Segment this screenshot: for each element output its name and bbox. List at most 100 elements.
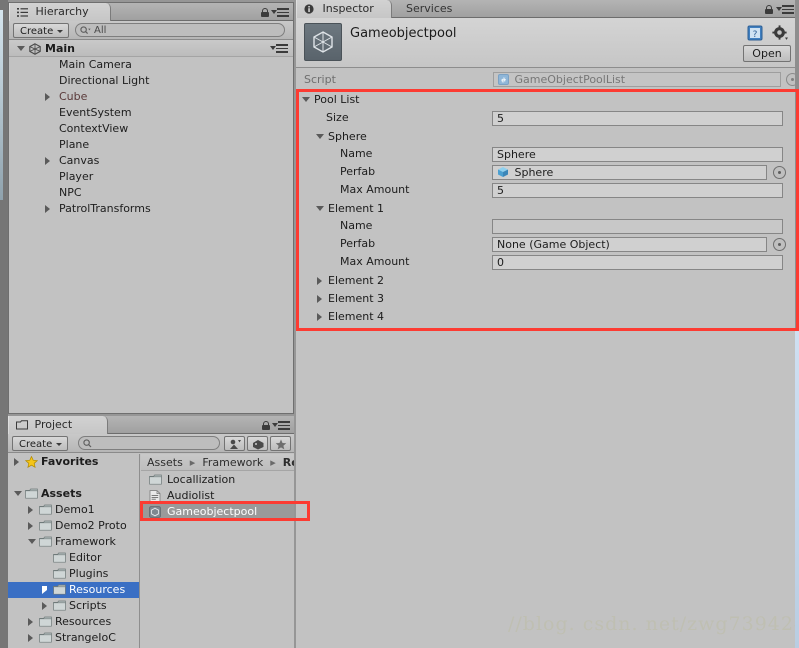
hierarchy-item[interactable]: EventSystem xyxy=(9,105,293,121)
project-menu-icon[interactable] xyxy=(272,421,290,430)
hierarchy-scene-row[interactable]: Main xyxy=(9,40,293,57)
pool-size-input[interactable]: 5 xyxy=(492,111,783,126)
project-tree-expand-arrow[interactable] xyxy=(28,522,33,530)
tab-project[interactable]: Project xyxy=(8,416,108,434)
breadcrumb-sep: ▸ xyxy=(186,456,199,469)
hierarchy-item[interactable]: Main Camera xyxy=(9,57,293,73)
hierarchy-item-expand-arrow[interactable] xyxy=(45,93,50,101)
open-button[interactable]: Open xyxy=(743,45,791,62)
breadcrumb-item-2[interactable]: Res xyxy=(283,456,294,469)
search-icon xyxy=(83,439,93,453)
breadcrumb-item-1[interactable]: Framework xyxy=(202,456,263,469)
element-1-expand-arrow[interactable] xyxy=(316,206,324,211)
hierarchy-item[interactable]: NPC xyxy=(9,185,293,201)
element-2-label: Element 2 xyxy=(328,274,385,287)
project-lock-icon[interactable] xyxy=(262,421,270,430)
hierarchy-search-input[interactable]: All xyxy=(75,23,285,37)
project-tree-item[interactable]: Demo1 xyxy=(8,502,139,518)
scene-expand-arrow[interactable] xyxy=(17,46,25,51)
project-tree-item-label: Resources xyxy=(55,615,112,628)
project-tree-item[interactable]: Scripts xyxy=(8,598,139,614)
hierarchy-item[interactable]: Canvas xyxy=(9,153,293,169)
project-tree-expand-arrow[interactable] xyxy=(14,491,22,496)
inspector-lock-icon[interactable] xyxy=(765,5,773,14)
star-icon xyxy=(24,455,39,473)
hierarchy-create-button[interactable]: Create xyxy=(13,23,69,38)
tab-inspector[interactable]: Inspector xyxy=(296,0,392,18)
folder-icon xyxy=(39,632,52,648)
element-1-max-input[interactable]: 0 xyxy=(492,255,783,270)
pool-element-header-3[interactable]: Element 3 xyxy=(296,290,799,308)
pool-element-header-2[interactable]: Element 2 xyxy=(296,272,799,290)
filter-by-label-icon[interactable] xyxy=(247,436,268,451)
project-tree-item[interactable]: Favorites xyxy=(8,454,139,470)
hierarchy-list: Main Camera Directional Light Cube EventSys… xyxy=(9,57,293,413)
element-4-label: Element 4 xyxy=(328,310,385,323)
element-0-expand-arrow[interactable] xyxy=(316,134,324,139)
project-tree-expand-arrow[interactable] xyxy=(28,506,33,514)
element-0-name-input[interactable]: Sphere xyxy=(492,147,783,162)
project-create-button[interactable]: Create xyxy=(12,436,68,451)
hierarchy-scene-menu-icon[interactable] xyxy=(270,44,288,53)
project-tree-expand-arrow[interactable] xyxy=(14,458,19,466)
hierarchy-item[interactable]: Directional Light xyxy=(9,73,293,89)
help-book-icon[interactable]: ? xyxy=(747,25,763,41)
project-tree-item[interactable]: Plugins xyxy=(8,566,139,582)
project-tree-item[interactable]: Demo2 Proto xyxy=(8,518,139,534)
project-tree-item[interactable]: Framework xyxy=(8,534,139,550)
hierarchy-item[interactable]: Plane xyxy=(9,137,293,153)
element-1-perfab-objectfield[interactable]: None (Game Object) xyxy=(492,237,767,252)
inspector-menu-icon[interactable] xyxy=(776,5,794,14)
hierarchy-item-label: Canvas xyxy=(59,154,100,167)
project-asset-item[interactable]: Audiolist xyxy=(141,488,294,504)
project-tree-expand-arrow[interactable] xyxy=(28,539,36,544)
gear-icon[interactable] xyxy=(772,25,789,41)
project-panel: Project Create Favorites Assets Demo1 Demo2… xyxy=(8,416,294,648)
hierarchy-item-expand-arrow[interactable] xyxy=(45,205,50,213)
hierarchy-item-expand-arrow[interactable] xyxy=(45,157,50,165)
hierarchy-item-label: Plane xyxy=(59,138,90,151)
pool-element-header-1[interactable]: Element 1 xyxy=(296,200,799,218)
breadcrumb-item-0[interactable]: Assets xyxy=(147,456,183,469)
favorites-star-icon[interactable] xyxy=(270,436,291,451)
project-tree-item-label: Scripts xyxy=(69,599,107,612)
project-tree-item[interactable]: Resources xyxy=(8,582,139,598)
project-tree-item[interactable]: StrangeIoC xyxy=(8,630,139,646)
element-0-perfab-picker-icon[interactable] xyxy=(773,166,786,179)
pool-list-expand-arrow[interactable] xyxy=(302,97,310,102)
filter-by-type-icon[interactable] xyxy=(224,436,245,451)
tab-hierarchy[interactable]: Hierarchy xyxy=(9,3,111,21)
element-1-name-input[interactable] xyxy=(492,219,783,234)
hierarchy-scene-label: Main xyxy=(45,42,75,55)
project-asset-item[interactable]: Gameobjectpool xyxy=(141,504,294,520)
project-tree-item[interactable]: Assets xyxy=(8,486,139,502)
hierarchy-menu-icon[interactable] xyxy=(271,8,289,17)
project-tree-expand-arrow[interactable] xyxy=(42,586,47,594)
watermark-text: //blog. csdn. net/zwg739424406 xyxy=(508,613,799,635)
project-tree-expand-arrow[interactable] xyxy=(28,618,33,626)
element-0-perfab-objectfield[interactable]: Sphere xyxy=(492,165,767,180)
pool-element-header-0[interactable]: Sphere xyxy=(296,128,799,146)
tab-services[interactable]: Services xyxy=(398,0,462,18)
project-tree-item[interactable]: Resources xyxy=(8,614,139,630)
project-tree-expand-arrow[interactable] xyxy=(28,634,33,642)
element-1-perfab-picker-icon[interactable] xyxy=(773,238,786,251)
hierarchy-create-label: Create xyxy=(20,26,54,37)
hierarchy-item[interactable]: PatrolTransforms xyxy=(9,201,293,217)
hierarchy-item[interactable]: Cube xyxy=(9,89,293,105)
project-search-input[interactable] xyxy=(78,436,220,450)
element-2-expand-arrow[interactable] xyxy=(317,277,322,285)
project-asset-item[interactable]: Locallization xyxy=(141,472,294,488)
project-tree-expand-arrow[interactable] xyxy=(42,602,47,610)
pool-element-header-4[interactable]: Element 4 xyxy=(296,308,799,326)
element-4-expand-arrow[interactable] xyxy=(317,313,322,321)
element-3-expand-arrow[interactable] xyxy=(317,295,322,303)
inspector-script-row: Script # GameObjectPoolList xyxy=(296,69,799,91)
pool-list-header[interactable]: Pool List xyxy=(296,91,799,109)
element-0-max-label: Max Amount xyxy=(340,183,410,196)
project-tree-item[interactable]: Editor xyxy=(8,550,139,566)
hierarchy-lock-icon[interactable] xyxy=(261,8,269,17)
hierarchy-item[interactable]: ContextView xyxy=(9,121,293,137)
element-0-max-input[interactable]: 5 xyxy=(492,183,783,198)
hierarchy-item[interactable]: Player xyxy=(9,169,293,185)
